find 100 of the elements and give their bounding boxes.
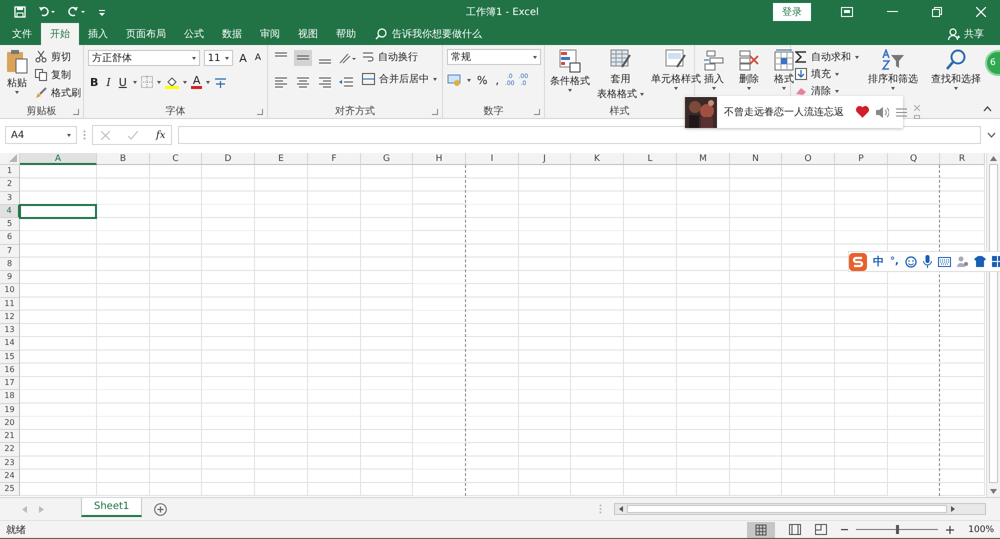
align-icon[interactable] [294,50,312,66]
column-header[interactable]: I [466,153,519,165]
heart-icon[interactable] [856,106,869,118]
select-all-icon[interactable] [9,154,17,162]
merge-center-button[interactable]: 合并后居中 [362,71,437,87]
row-header[interactable]: 13 [0,324,20,338]
enter-icon[interactable] [128,130,138,140]
row-header[interactable]: 3 [0,192,20,205]
column-header[interactable]: R [940,153,985,165]
column-header[interactable]: P [835,153,888,165]
horizontal-scrollbar[interactable] [614,503,986,515]
ribbon-tab[interactable]: 插入 [79,23,117,45]
copy-button[interactable]: 复制 [35,67,81,83]
row-header[interactable]: 20 [0,416,20,430]
row-header[interactable]: 15 [0,350,20,364]
clear-button[interactable]: 清除 [795,83,859,99]
column-header[interactable]: D [202,153,255,165]
row-header[interactable]: 7 [0,244,20,258]
zoom-level[interactable]: 100% [968,524,994,534]
cell-styles-button[interactable]: 单元格样式 [650,49,702,103]
normal-view-icon[interactable] [747,522,776,538]
save-icon[interactable] [14,6,26,18]
smiley-icon[interactable] [904,256,917,268]
scroll-thumb[interactable] [989,164,998,483]
wrap-text-button[interactable]: 自动换行 [362,49,437,65]
ribbon-tab[interactable]: 文件 [3,23,41,45]
zoom-in-icon[interactable] [946,526,954,534]
column-header[interactable]: F [308,153,361,165]
number-format-dropdown[interactable]: 常规 [447,49,541,65]
shrink-font-button[interactable]: A [252,53,263,63]
row-header[interactable]: 8 [0,258,20,271]
ribbon-tab[interactable]: 数据 [213,23,251,45]
column-header[interactable]: A [20,153,97,165]
user-icon[interactable] [956,256,968,267]
cancel-icon[interactable] [101,130,110,140]
ribbon-tab[interactable]: 视图 [289,23,327,45]
launcher-icon[interactable] [534,109,540,115]
row-header[interactable]: 17 [0,377,20,390]
volume-icon[interactable] [876,106,889,118]
cell-column[interactable] [413,165,466,496]
fill-color-icon[interactable] [164,75,179,89]
font-color-button[interactable]: A [190,75,202,89]
conditional-format-button[interactable]: 条件格式 [549,49,591,103]
launcher-icon[interactable] [257,109,263,115]
sort-filter-button[interactable]: 排序和筛选 [864,49,922,118]
scroll-left-icon[interactable] [619,506,623,512]
orientation-icon[interactable] [338,51,358,65]
punctuation-mode[interactable]: °, [890,256,899,267]
add-sheet-icon[interactable] [154,502,168,516]
column-header[interactable]: G [361,153,413,165]
sheet-tab[interactable]: Sheet1 [81,498,142,517]
underline-button[interactable]: U [116,76,129,88]
italic-button[interactable]: I [104,76,113,88]
row-header[interactable]: 18 [0,390,20,404]
border-icon[interactable] [140,76,153,88]
indent-icon[interactable] [338,75,354,89]
format-as-table-button[interactable]: 套用 表格格式 [596,49,645,103]
ribbon-tab[interactable]: 帮助 [327,23,365,45]
window-icon[interactable] [914,115,920,119]
ribbon-tab[interactable]: 开始 [41,23,79,45]
row-header[interactable]: 22 [0,443,20,456]
row-header[interactable]: 10 [0,284,20,298]
scroll-right-icon[interactable] [951,506,955,512]
font-name-dropdown[interactable]: 方正舒体 [88,50,200,66]
autosum-button[interactable]: 自动求和 [795,49,859,65]
name-box[interactable]: A4 [5,126,77,144]
font-size-dropdown[interactable]: 11 [204,50,234,66]
apps-icon[interactable] [992,256,1000,267]
cell-column[interactable] [888,165,940,496]
ribbon-tab[interactable]: 审阅 [251,23,289,45]
tell-me-field[interactable]: 告诉我你想要做什么 [375,23,482,45]
scroll-thumb[interactable] [627,505,947,513]
row-header[interactable]: 6 [0,231,20,244]
row-header[interactable]: 24 [0,470,20,483]
zoom-out-icon[interactable] [841,528,848,531]
column-header[interactable]: M [677,153,730,165]
row-header[interactable]: 11 [0,298,20,311]
row-header[interactable]: 14 [0,337,20,350]
row-header[interactable]: 21 [0,430,20,444]
zoom-thumb[interactable] [896,525,900,534]
scroll-down-icon[interactable] [990,489,997,494]
ribbon-tab[interactable]: 页面布局 [117,23,175,45]
column-header[interactable]: C [150,153,202,165]
currency-icon[interactable] [447,73,463,87]
percent-button[interactable]: % [475,74,490,86]
restore-icon[interactable] [932,6,942,16]
vertical-scrollbar[interactable] [986,153,1000,497]
row-header[interactable]: 2 [0,178,20,192]
share-button[interactable]: 共享 [948,23,984,45]
column-header[interactable]: N [730,153,782,165]
expand-icon[interactable] [987,132,996,138]
ribbon-tab[interactable]: 公式 [175,23,213,45]
row-header[interactable]: 1 [0,165,20,178]
select-all-corner[interactable] [0,153,20,165]
row-header[interactable]: 9 [0,271,20,284]
column-header[interactable]: Q [888,153,940,165]
ribbon-display-icon[interactable] [841,6,853,16]
column-header[interactable]: H [413,153,466,165]
split-handle-icon[interactable] [599,504,602,514]
grow-font-button[interactable]: A [237,52,249,64]
